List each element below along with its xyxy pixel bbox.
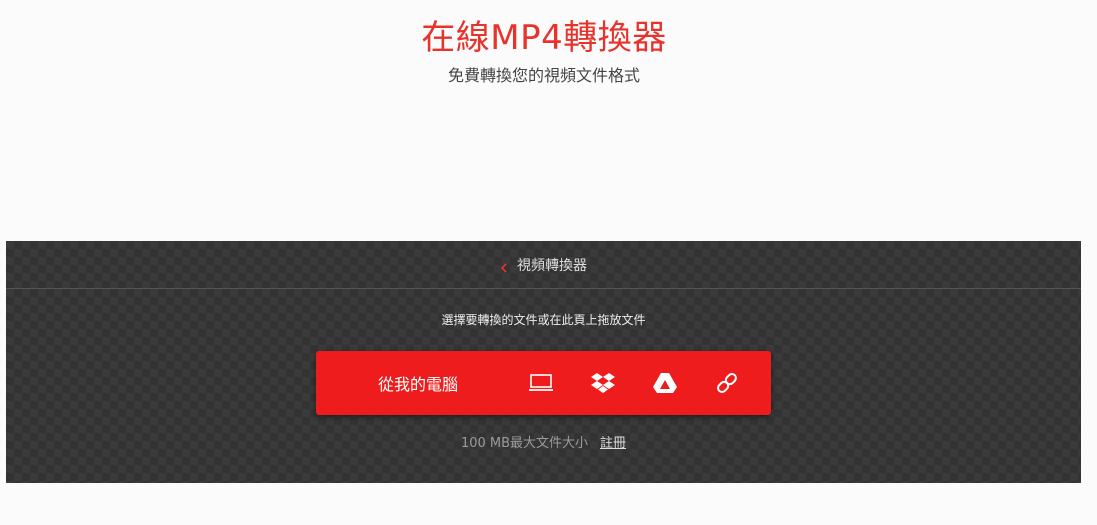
chevron-left-icon	[500, 259, 509, 273]
url-source-button[interactable]	[702, 351, 752, 415]
file-size-limit-row: 100 MB最大文件大小 註冊	[6, 432, 1081, 451]
dropbox-icon	[590, 372, 616, 394]
panel-header: 視頻轉換器	[6, 241, 1081, 289]
back-link-label: 視頻轉換器	[517, 257, 587, 274]
google-drive-source-button[interactable]	[640, 351, 690, 415]
google-drive-icon	[652, 372, 678, 394]
page-title: 在線MP4轉換器	[421, 18, 667, 58]
converter-panel: 視頻轉換器 選擇要轉換的文件或在此頁上拖放文件 從我的電腦 100 MB最大文件…	[6, 241, 1081, 483]
upload-instruction: 選擇要轉換的文件或在此頁上拖放文件	[441, 313, 646, 327]
upload-from-computer-label: 從我的電腦	[378, 375, 459, 394]
upload-bar: 從我的電腦	[316, 351, 771, 415]
back-to-video-converter-link[interactable]: 視頻轉換器	[500, 255, 587, 275]
dropbox-source-button[interactable]	[578, 351, 628, 415]
signup-link[interactable]: 註冊	[600, 432, 626, 451]
page-subtitle: 免費轉換您的視頻文件格式	[447, 66, 640, 85]
upload-from-computer-button[interactable]: 從我的電腦	[316, 351, 516, 415]
computer-icon	[528, 373, 554, 393]
computer-source-button[interactable]	[516, 351, 566, 415]
file-size-limit-text: 100 MB最大文件大小	[460, 436, 589, 451]
link-icon	[714, 370, 740, 396]
